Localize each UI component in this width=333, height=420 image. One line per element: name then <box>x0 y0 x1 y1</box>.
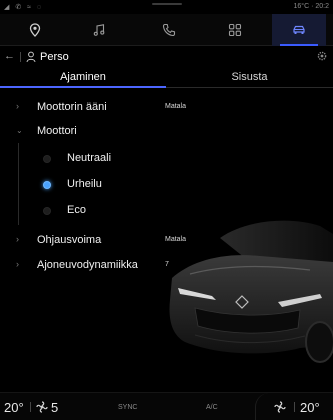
nav-vehicle[interactable] <box>272 14 326 46</box>
setting-engine[interactable]: ⌄ Moottori <box>0 119 210 143</box>
radio-button-selected[interactable] <box>43 181 51 189</box>
driver-temperature[interactable]: 20° <box>4 400 24 415</box>
user-icon <box>26 51 36 63</box>
setting-value: Matala <box>165 103 187 110</box>
music-note-icon <box>93 24 105 36</box>
phone-icon <box>162 23 176 37</box>
status-icons: ◢ ✆ ≈ ◌ <box>4 4 44 11</box>
divider <box>30 402 31 412</box>
option-label: Urheilu <box>67 178 102 190</box>
status-bar: ◢ ✆ ≈ ◌ 16°C · 20:2 <box>0 0 333 14</box>
status-handle <box>152 3 182 5</box>
page-title: Perso <box>40 51 69 63</box>
setting-label: Moottori <box>37 125 77 137</box>
option-label: Neutraali <box>67 152 112 164</box>
chevron-down-icon: ⌄ <box>16 126 23 135</box>
sync-button[interactable]: SYNC <box>118 404 137 411</box>
nav-phone[interactable] <box>142 14 196 46</box>
nav-media[interactable] <box>72 14 126 46</box>
chevron-right-icon: › <box>16 101 19 111</box>
divider <box>294 402 295 412</box>
chevron-right-icon: › <box>16 259 19 269</box>
radio-button[interactable] <box>43 207 51 215</box>
setting-label: Ajoneuvodynamiikka <box>37 259 138 271</box>
nav-apps[interactable] <box>208 14 262 46</box>
top-nav <box>0 14 333 46</box>
climate-bar: 20° 5 SYNC A/C 20° <box>0 392 333 420</box>
passenger-temperature[interactable]: 20° <box>300 400 320 415</box>
ac-button[interactable]: A/C <box>206 404 218 411</box>
tab-interior[interactable]: Sisusta <box>166 68 333 88</box>
car-image <box>169 220 333 363</box>
status-temp-time: 16°C · 20:2 <box>293 3 330 10</box>
setting-label: Moottorin ääni <box>37 101 107 113</box>
apps-grid-icon <box>228 23 242 37</box>
header-divider <box>20 52 21 62</box>
page-header: ← Perso <box>0 48 333 66</box>
engine-option-neutral[interactable]: Neutraali <box>19 147 209 169</box>
tab-driving[interactable]: Ajaminen <box>0 68 166 88</box>
settings-icon[interactable] <box>317 51 327 61</box>
car-icon <box>293 25 305 34</box>
setting-engine-sound[interactable]: › Moottorin ääni Matala <box>0 95 210 119</box>
chevron-right-icon: › <box>16 234 19 244</box>
nav-navigation[interactable] <box>8 14 62 46</box>
setting-label: Ohjausvoima <box>37 234 102 246</box>
tab-bar: Ajaminen Sisusta <box>0 68 333 88</box>
passenger-fan-icon[interactable] <box>274 401 286 413</box>
fan-speed-value: 5 <box>51 400 59 415</box>
back-button[interactable]: ← <box>4 50 15 62</box>
radio-button[interactable] <box>43 155 51 163</box>
option-label: Eco <box>67 204 86 216</box>
fan-icon[interactable] <box>36 401 48 413</box>
location-pin-icon <box>29 23 41 37</box>
